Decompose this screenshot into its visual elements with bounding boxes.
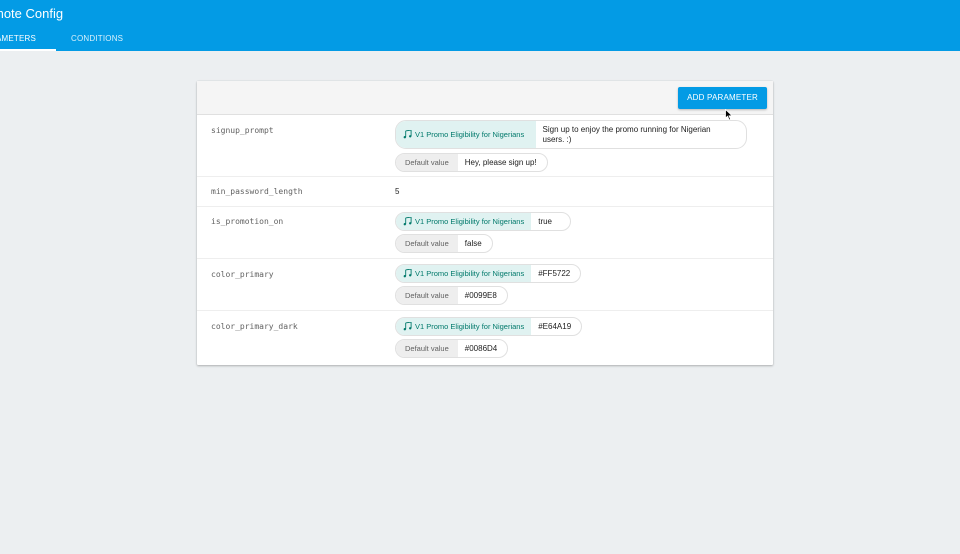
condition-label: V1 Promo Eligibility for Nigerians [396,318,532,335]
condition-name: V1 Promo Eligibility for Nigerians [415,322,525,331]
condition-music-icon [403,217,412,226]
condition-value: true [538,217,553,226]
default-value-label: Default value [396,154,458,171]
default-value: #0099E8 [464,291,497,300]
default-value-label: Default value [396,235,458,252]
mouse-cursor-icon [725,109,733,121]
default-value: Hey, please sign up! [464,158,537,167]
default-value-chip[interactable]: Default value #0086D4 [395,339,509,358]
parameter-row[interactable]: is_promotion_on V1 Promo Eligibility for… [197,207,773,259]
condition-name: V1 Promo Eligibility for Nigerians [415,269,525,278]
parameter-key: is_promotion_on [211,217,284,226]
condition-label: V1 Promo Eligibility for Nigerians [396,213,532,230]
conditional-value-chip[interactable]: V1 Promo Eligibility for Nigerians true [395,212,572,231]
default-value-label: Default value [396,340,458,357]
default-value: false [464,239,482,248]
parameter-row[interactable]: signup_prompt V1 Promo Eligibility for N… [197,116,773,177]
tab-parameters[interactable]: RAMETERS [0,30,56,51]
tab-conditions[interactable]: CONDITIONS [71,30,123,51]
parameter-key: color_primary [211,270,274,279]
parameter-key: min_password_length [211,187,303,196]
condition-label: V1 Promo Eligibility for Nigerians [396,265,532,282]
parameter-value: 5 [395,187,400,196]
default-value-chip[interactable]: Default value Hey, please sign up! [395,153,548,172]
parameter-key: color_primary_dark [211,322,298,331]
condition-value: Sign up to enjoy the promo running for N… [542,124,711,144]
conditional-value-chip[interactable]: V1 Promo Eligibility for Nigerians #E64A… [395,317,583,336]
default-value-label: Default value [396,287,458,304]
parameter-row[interactable]: color_primary_dark V1 Promo Eligibility … [197,311,773,365]
app-title: mote Config [0,6,64,21]
condition-name: V1 Promo Eligibility for Nigerians [415,217,525,226]
condition-label: V1 Promo Eligibility for Nigerians [396,121,536,148]
parameter-key: signup_prompt [211,126,274,135]
default-value: #0086D4 [464,344,498,353]
conditional-value-chip[interactable]: V1 Promo Eligibility for Nigerians Sign … [395,120,747,149]
app-bar: mote Config RAMETERS CONDITIONS [0,0,960,51]
parameters-card: ADD PARAMETER signup_prompt V1 Promo Eli… [197,81,773,365]
condition-music-icon [403,269,412,278]
condition-music-icon [403,130,412,139]
condition-value: #FF5722 [538,269,571,278]
condition-name: V1 Promo Eligibility for Nigerians [415,130,525,139]
card-header: ADD PARAMETER [197,81,773,115]
default-value-chip[interactable]: Default value #0099E8 [395,286,508,305]
default-value-chip[interactable]: Default value false [395,234,493,253]
add-parameter-button[interactable]: ADD PARAMETER [678,87,767,109]
condition-value: #E64A19 [538,322,572,331]
parameter-row[interactable]: min_password_length 5 [197,177,773,207]
parameter-row[interactable]: color_primary V1 Promo Eligibility for N… [197,259,773,311]
conditional-value-chip[interactable]: V1 Promo Eligibility for Nigerians #FF57… [395,264,582,283]
condition-music-icon [403,322,412,331]
